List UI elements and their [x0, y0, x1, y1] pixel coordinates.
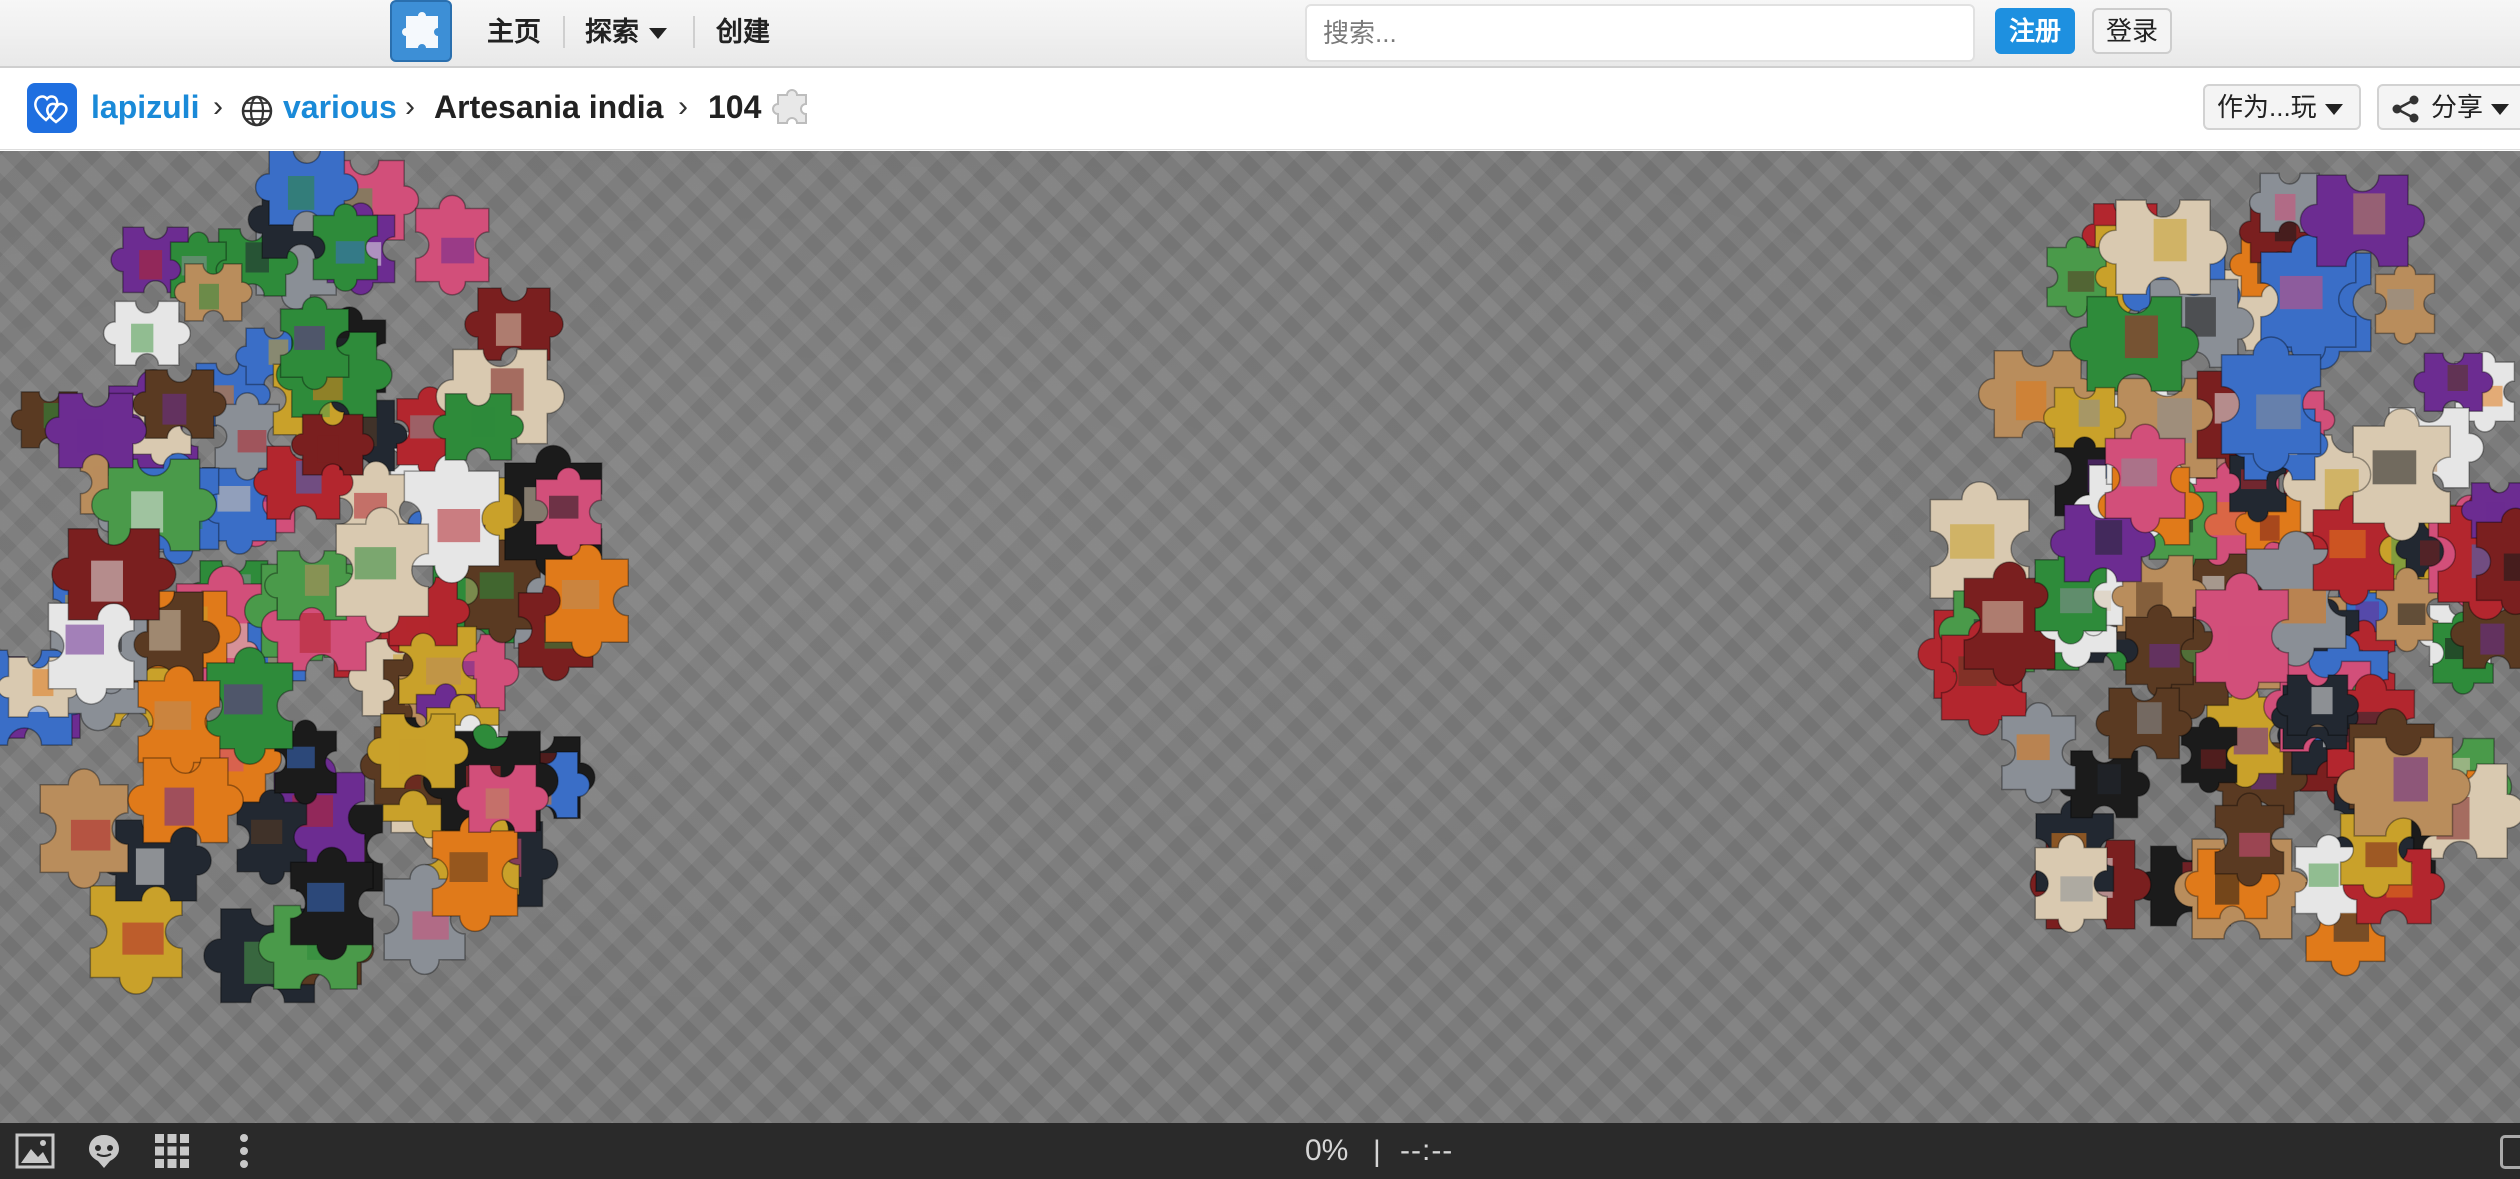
- puzzle-piece[interactable]: [39, 768, 129, 889]
- chevron-right-icon: ›: [405, 90, 415, 123]
- puzzle-piece-icon[interactable]: [770, 85, 814, 129]
- register-button[interactable]: 注册: [1995, 8, 2075, 54]
- puzzle-piece[interactable]: [2095, 687, 2193, 760]
- nav-explore[interactable]: 探索: [585, 14, 667, 50]
- play-as-dropdown[interactable]: 作为...玩: [2203, 84, 2361, 130]
- breadcrumb-puzzle-name: Artesania india: [434, 89, 664, 125]
- timer-text: --:--: [1400, 1134, 1454, 1167]
- share-icon: [2392, 95, 2419, 123]
- status-divider: |: [1373, 1135, 1381, 1168]
- play-as-label: 作为...玩: [2217, 92, 2317, 122]
- breadcrumb-user[interactable]: lapizuli: [91, 87, 199, 127]
- avatar[interactable]: [27, 83, 77, 133]
- puzzle-piece[interactable]: [102, 300, 191, 366]
- chevron-down-icon: [649, 28, 667, 40]
- ghost-icon[interactable]: [84, 1131, 124, 1171]
- puzzle-logo-icon: [402, 12, 438, 48]
- more-icon[interactable]: [232, 1131, 256, 1171]
- chevron-right-icon: ›: [213, 90, 223, 123]
- scattered-pieces: [0, 151, 2520, 1004]
- puzzle-board[interactable]: [0, 151, 2520, 1123]
- piece-count[interactable]: 104: [708, 87, 761, 127]
- grid-icon[interactable]: [152, 1131, 192, 1171]
- login-button[interactable]: 登录: [2092, 8, 2172, 54]
- bottom-toolbar: 0% | --:--: [0, 1123, 2520, 1179]
- heart-avatar-icon: [34, 95, 68, 124]
- chevron-right-icon: ›: [678, 90, 688, 123]
- nav-divider: [693, 16, 695, 48]
- search-input[interactable]: [1305, 4, 1975, 62]
- breadcrumb-category[interactable]: various: [283, 87, 397, 127]
- puzzle-piece[interactable]: [2413, 352, 2494, 413]
- globe-icon: [241, 95, 273, 127]
- puzzle-piece[interactable]: [289, 846, 374, 961]
- top-nav: 主页 探索 创建 注册 登录: [0, 0, 2520, 68]
- fullscreen-icon[interactable]: [2500, 1135, 2520, 1169]
- puzzle-piece[interactable]: [2001, 701, 2077, 804]
- breadcrumb: lapizuli › various › Artesania india › 1…: [0, 70, 2520, 150]
- share-dropdown[interactable]: 分享: [2377, 84, 2520, 130]
- nav-create[interactable]: 创建: [716, 14, 770, 50]
- nav-divider: [563, 16, 565, 48]
- nav-explore-label: 探索: [585, 17, 639, 47]
- nav-home[interactable]: 主页: [487, 14, 541, 50]
- share-label: 分享: [2431, 92, 2484, 122]
- puzzle-piece[interactable]: [414, 194, 490, 296]
- image-icon[interactable]: [14, 1131, 56, 1171]
- chevron-down-icon: [2324, 103, 2343, 115]
- site-logo-button[interactable]: [390, 0, 452, 62]
- puzzle-piece[interactable]: [2374, 263, 2436, 345]
- progress-text: 0%: [1305, 1134, 1349, 1167]
- chevron-down-icon: [2491, 103, 2510, 115]
